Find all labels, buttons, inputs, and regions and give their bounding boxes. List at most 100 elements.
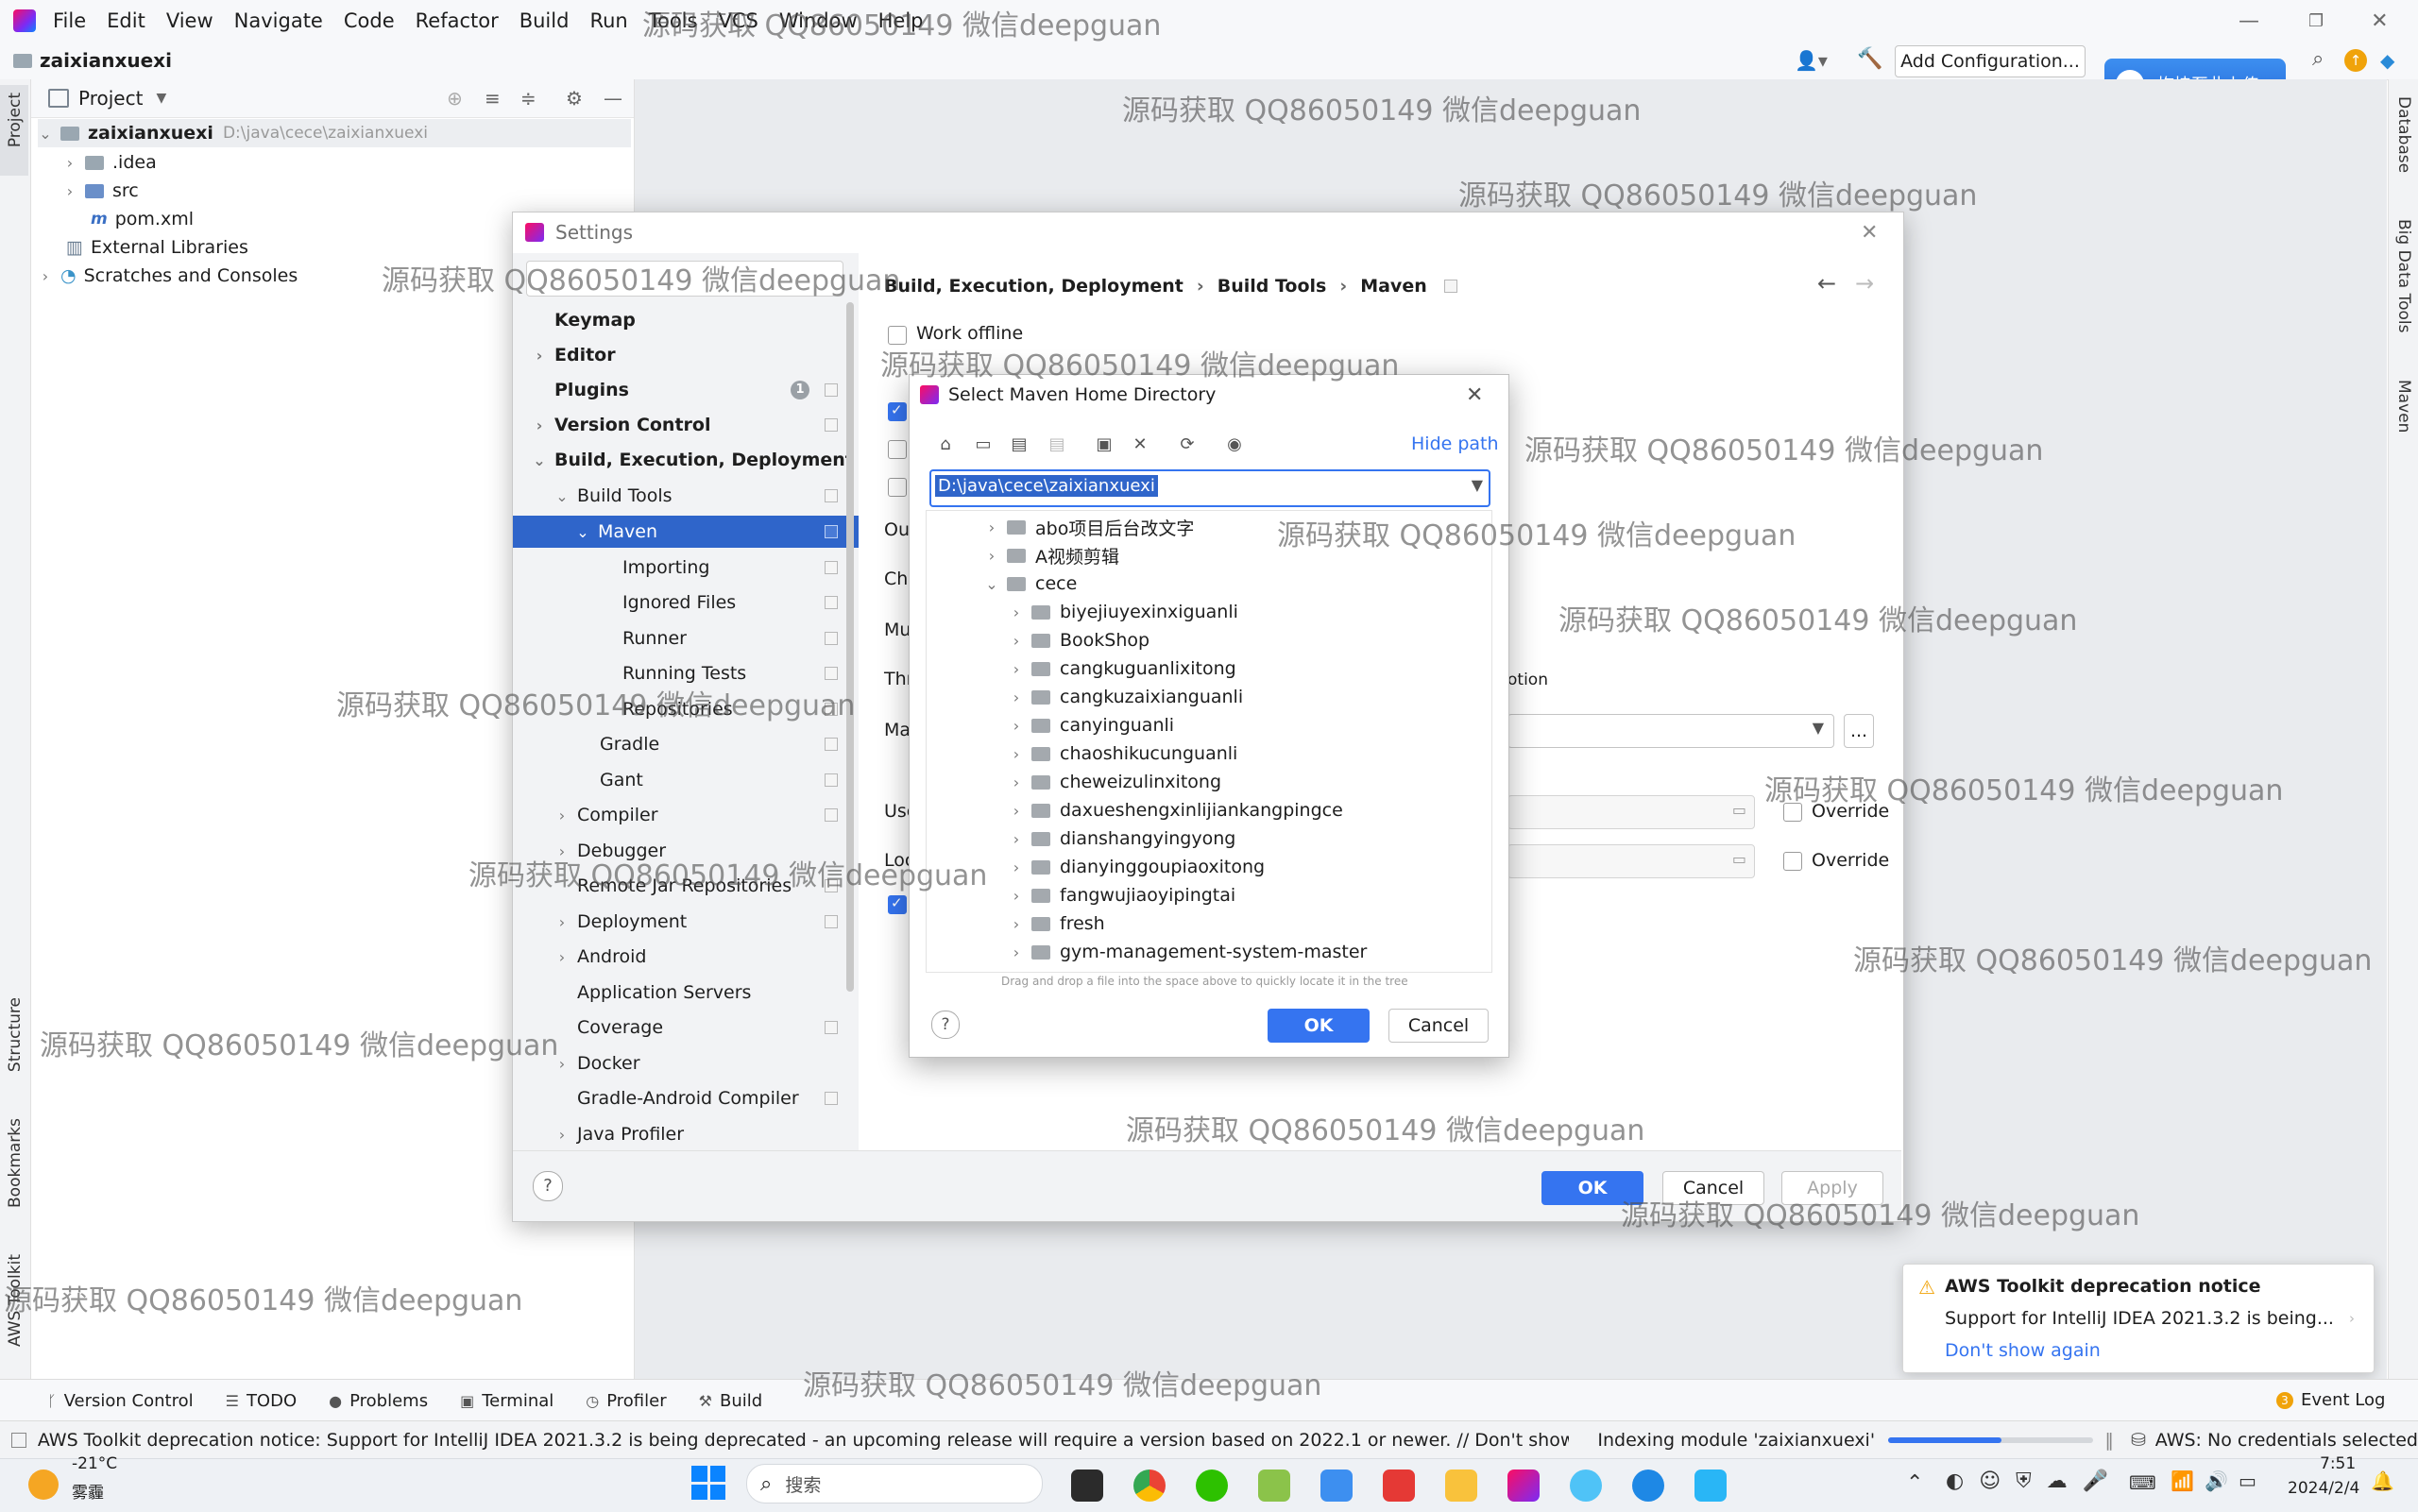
- dir-item[interactable]: › canyinguanli: [1009, 711, 1174, 739]
- dir-item[interactable]: › biyejiuyexinxiguanli: [1009, 598, 1238, 626]
- dir-item-cece[interactable]: ⌄ cece: [984, 569, 1077, 598]
- volume-icon[interactable]: 🔊: [2205, 1470, 2228, 1492]
- option-checkbox-3[interactable]: [888, 478, 907, 497]
- update-icon[interactable]: ↑: [2344, 49, 2367, 72]
- chevron-right-icon[interactable]: ›: [1009, 632, 1024, 650]
- project-root-row[interactable]: ⌄ zaixianxuexi D:\java\cece\zaixianxuexi: [38, 119, 631, 147]
- build-hammer-icon[interactable]: 🔨: [1857, 47, 1882, 71]
- pause-icon[interactable]: ‖: [2104, 1430, 2114, 1451]
- locate-icon[interactable]: ⊕: [447, 87, 463, 110]
- tray-ime-icon[interactable]: ⌨: [2129, 1471, 2156, 1494]
- add-configuration-button[interactable]: Add Configuration...: [1895, 45, 2086, 77]
- tree-item-scratches[interactable]: › ◔ Scratches and Consoles: [38, 262, 298, 290]
- dir-item[interactable]: › cangkuguanlixitong: [1009, 654, 1236, 683]
- chevron-right-icon[interactable]: ›: [1009, 887, 1024, 905]
- chevron-right-icon[interactable]: ›: [984, 518, 999, 536]
- local-repository-field[interactable]: ▭: [1507, 844, 1755, 878]
- clock-date[interactable]: 2024/2/4: [2288, 1479, 2359, 1498]
- chevron-down-icon[interactable]: ⌄: [575, 523, 590, 541]
- menu-edit[interactable]: Edit: [107, 9, 145, 32]
- windows-start-icon[interactable]: [691, 1466, 725, 1500]
- refresh-icon[interactable]: ⟳: [1177, 434, 1198, 455]
- nav-application-servers[interactable]: Application Servers: [513, 977, 859, 1009]
- dir-item[interactable]: › daxueshengxinlijiankangpingce: [1009, 796, 1343, 824]
- toolbox-icon[interactable]: ◆: [2380, 49, 2394, 72]
- nav-gradle-android-compiler[interactable]: Gradle-Android Compiler: [513, 1082, 859, 1114]
- project-view-label[interactable]: Project: [78, 87, 143, 110]
- nav-ignored-files[interactable]: Ignored Files: [513, 586, 859, 619]
- breadcrumb-build-tools[interactable]: Build Tools: [1218, 276, 1327, 297]
- chevron-right-icon[interactable]: ›: [1009, 603, 1024, 621]
- chevron-right-icon[interactable]: ›: [532, 416, 547, 434]
- breadcrumb-maven[interactable]: Maven: [1360, 276, 1427, 297]
- dir-item[interactable]: › cangkuzaixianguanli: [1009, 683, 1243, 711]
- nav-java-profiler[interactable]: › Java Profiler: [513, 1118, 859, 1150]
- structure-tool-tab[interactable]: Structure: [6, 997, 25, 1072]
- chevron-right-icon[interactable]: ›: [554, 948, 570, 966]
- status-message[interactable]: AWS Toolkit deprecation notice: Support …: [38, 1430, 1570, 1451]
- nav-version-control[interactable]: › Version Control: [513, 409, 859, 441]
- dir-item[interactable]: › dianyinggoupiaoxitong: [1009, 853, 1265, 881]
- folder-icon[interactable]: ▭: [1732, 801, 1746, 819]
- forward-arrow-icon[interactable]: →: [1855, 270, 1874, 297]
- chevron-right-icon[interactable]: ›: [1009, 830, 1024, 848]
- nav-plugins[interactable]: Plugins 1: [513, 374, 859, 406]
- maven-home-browse-button[interactable]: ...: [1844, 714, 1874, 748]
- close-settings-icon[interactable]: ✕: [1861, 221, 1878, 245]
- chevron-right-icon[interactable]: ›: [1009, 915, 1024, 933]
- maven-dialog-cancel-button[interactable]: Cancel: [1388, 1009, 1489, 1043]
- nav-build-tools[interactable]: ⌄ Build Tools: [513, 480, 859, 512]
- close-window-icon[interactable]: ✕: [2371, 9, 2388, 33]
- maven-dialog-ok-button[interactable]: OK: [1268, 1009, 1370, 1043]
- chevron-down-icon[interactable]: ⌄: [554, 487, 570, 505]
- nav-build-execution-deployment[interactable]: ⌄ Build, Execution, Deployment: [513, 444, 859, 476]
- dir-item-video[interactable]: › A视频剪辑: [984, 541, 1119, 569]
- chrome-icon[interactable]: [1133, 1470, 1166, 1502]
- chevron-down-icon[interactable]: ⌄: [532, 451, 547, 469]
- chevron-right-icon[interactable]: ›: [1009, 802, 1024, 820]
- wechat-icon[interactable]: [1196, 1470, 1228, 1502]
- module-dir-icon[interactable]: ▤: [1047, 434, 1067, 455]
- home-icon[interactable]: ⌂: [935, 434, 956, 455]
- chevron-right-icon[interactable]: ›: [554, 1126, 570, 1144]
- battery-icon[interactable]: ▭: [2239, 1470, 2256, 1492]
- chevron-right-icon[interactable]: ›: [1009, 943, 1024, 961]
- app-icon-green[interactable]: [1258, 1470, 1290, 1502]
- gear-icon[interactable]: ⚙: [566, 87, 583, 110]
- dir-item[interactable]: › cheweizulinxitong: [1009, 768, 1221, 796]
- expand-all-icon[interactable]: ≡: [485, 87, 501, 110]
- dont-show-again-link[interactable]: Don't show again: [1945, 1340, 2101, 1361]
- back-arrow-icon[interactable]: ←: [1817, 270, 1836, 297]
- feishu-icon[interactable]: [1632, 1470, 1664, 1502]
- tab-problems[interactable]: ● Problems: [329, 1391, 428, 1411]
- project-tool-tab[interactable]: Project: [6, 93, 25, 147]
- folder-icon[interactable]: ▭: [1732, 850, 1746, 868]
- aws-status[interactable]: AWS: No credentials selected: [2155, 1430, 2418, 1451]
- chevron-down-icon[interactable]: ▼: [156, 91, 166, 106]
- weather-icon[interactable]: [28, 1470, 59, 1500]
- nav-gradle[interactable]: Gradle: [513, 728, 859, 760]
- nav-runner[interactable]: Runner: [513, 622, 859, 654]
- baidu-netdisk-icon[interactable]: [1320, 1470, 1353, 1502]
- project-dir-icon[interactable]: ▤: [1009, 434, 1030, 455]
- new-folder-icon[interactable]: ▣: [1094, 434, 1115, 455]
- dir-item-abo[interactable]: › abo项目后台改文字: [984, 513, 1195, 541]
- task-view-icon[interactable]: [1071, 1470, 1103, 1502]
- nav-importing[interactable]: Importing: [513, 552, 859, 584]
- chevron-right-icon[interactable]: ›: [62, 154, 77, 172]
- chevron-right-icon[interactable]: ›: [1009, 688, 1024, 706]
- chevron-down-icon[interactable]: ⌄: [38, 125, 53, 143]
- user-settings-field[interactable]: ▭: [1507, 795, 1755, 829]
- collapse-all-icon[interactable]: ≑: [520, 87, 536, 110]
- file-explorer-icon[interactable]: [1445, 1470, 1477, 1502]
- notification-bell-icon[interactable]: 🔔: [2371, 1470, 2394, 1492]
- tree-item-pom[interactable]: m pom.xml: [91, 205, 194, 233]
- tab-todo[interactable]: ☰ TODO: [226, 1391, 298, 1411]
- hide-path-link[interactable]: Hide path: [1411, 433, 1499, 454]
- wifi-icon[interactable]: 📶: [2171, 1470, 2194, 1492]
- chevron-right-icon[interactable]: ›: [984, 547, 999, 565]
- search-everywhere-icon[interactable]: ⌕: [2312, 47, 2324, 71]
- tray-chevron-icon[interactable]: ⌃: [1906, 1471, 1923, 1495]
- menu-file[interactable]: File: [53, 9, 86, 32]
- tree-item-idea[interactable]: › .idea: [62, 148, 157, 177]
